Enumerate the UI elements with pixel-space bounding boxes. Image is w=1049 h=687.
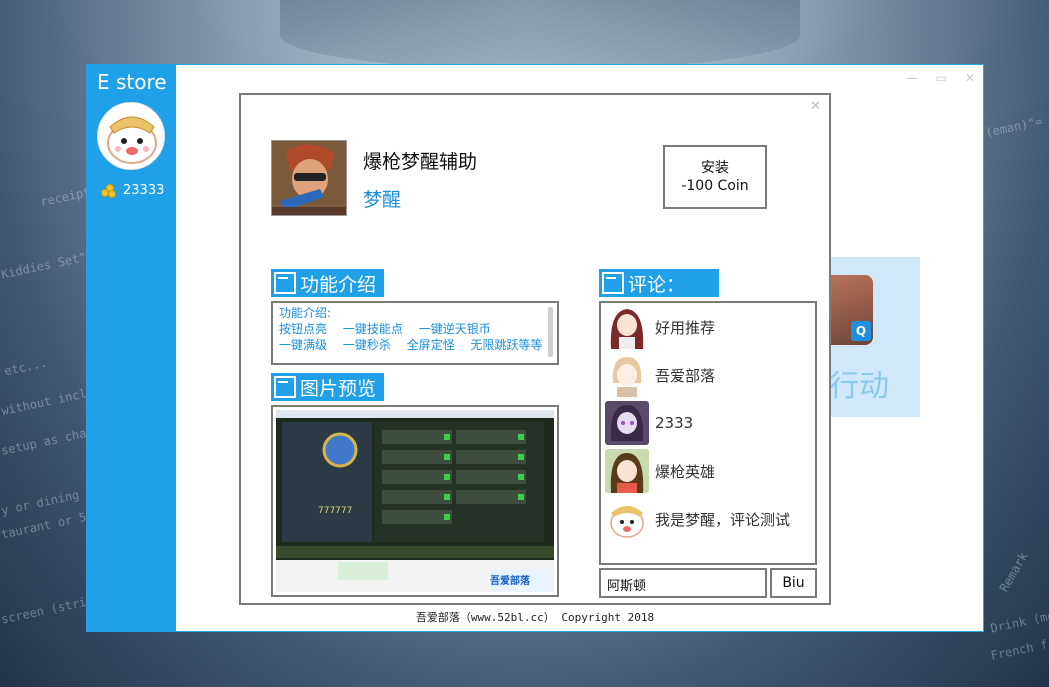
bg-code-text: French fries [989,631,1049,663]
screenshot-thumbnail: 777777 吾爱部落 [276,410,554,592]
comments-list: 好用推荐 吾爱部落 2333 爆枪英雄 我是梦醒，评论测试 [599,301,817,565]
close-icon[interactable]: ✕ [810,99,821,114]
coin-balance: 23333 [101,183,164,198]
avatar [605,353,649,397]
comment-item: 爆枪英雄 [605,449,715,493]
background-artwork [280,0,800,70]
bg-code-text: receipt [39,184,92,210]
preview-heading: 图片预览 [271,373,385,401]
feature-item: 一键满级 [279,338,328,352]
watermark-text: 吾爱部落 [490,576,530,587]
comments-heading-label: 评论： [628,273,686,296]
app-author-link[interactable]: 梦醒 [363,185,401,212]
background-app-card[interactable]: Q 行动 [829,257,920,417]
install-label: 安装 [701,160,729,176]
minimize-icon[interactable]: — [906,71,918,85]
preview-heading-label: 图片预览 [300,377,377,400]
avatar [605,449,649,493]
avatar [605,305,649,349]
close-icon[interactable]: ✕ [965,71,975,85]
coin-count: 23333 [123,183,165,198]
app-icon [271,140,347,216]
app-detail-dialog: ✕ 爆枪梦醒辅助 梦醒 安装 -100 Coin 功能介绍 功能介绍: 按钮点亮 [239,93,831,605]
comment-text: 吾爱部落 [655,366,716,385]
q-badge-icon: Q [851,321,871,341]
comment-text: 好用推荐 [655,318,716,337]
bg-code-text: etc... [3,355,49,379]
install-price: -100 Coin [681,178,749,194]
scrollbar[interactable] [548,307,553,357]
estore-window: E store 23333 — ▭ ✕ Q 行动 ✕ 爆枪梦醒辅助 梦醒 安装 … [86,64,984,632]
sidebar: E store 23333 [87,65,176,631]
feature-item: 全屏定怪 [406,338,455,352]
comment-input[interactable]: 阿斯顿 [599,568,767,598]
comment-text: 2333 [655,414,694,432]
comments-heading: 评论： [599,269,719,297]
install-button[interactable]: 安装 -100 Coin [663,145,767,209]
window-controls: — ▭ ✕ [906,71,975,85]
user-avatar[interactable] [97,102,165,170]
bg-code-text: Drink (mo [989,608,1049,636]
comment-text: 我是梦醒，评论测试 [655,510,791,529]
features-heading: 功能介绍 [271,269,385,297]
feature-item: 无限跳跃等等 [470,338,543,352]
comment-item: 好用推荐 [605,305,715,349]
send-comment-button[interactable]: Biu [770,568,817,598]
app-title: E store [97,70,167,94]
feature-item: 按钮点亮 [279,322,328,336]
coin-icon [101,183,117,198]
score-text: 777777 [318,506,353,516]
app-name: 爆枪梦醒辅助 [363,151,478,173]
footer-copyright: 吾爱部落（www.52bl.cc） Copyright 2018 [415,611,655,624]
avatar [605,497,649,541]
comment-item: 吾爱部落 [605,353,715,397]
comment-text: 爆枪英雄 [655,462,716,481]
features-row-2: 一键满级 一键秒杀 全屏定怪 无限跳跃等等 [279,337,551,353]
card-label: 行动 [829,369,889,404]
feature-item: 一键秒杀 [342,338,391,352]
bg-code-text: Remark [996,549,1031,595]
avatar [605,401,649,445]
comment-item: 我是梦醒，评论测试 [605,497,790,541]
maximize-icon[interactable]: ▭ [936,71,947,85]
features-intro: 功能介绍: [279,306,332,320]
section-icon [274,376,296,398]
preview-image[interactable]: 777777 吾爱部落 [271,405,559,597]
bg-code-text: (eman)"= [984,114,1044,140]
section-icon [602,272,624,294]
feature-item: 一键技能点 [342,322,403,336]
features-textbox[interactable]: 功能介绍: 按钮点亮 一键技能点 一键逆天银币 一键满级 一键秒杀 全屏定怪 无… [271,301,559,365]
comment-item: 2333 [605,401,693,445]
features-row-1: 按钮点亮 一键技能点 一键逆天银币 [279,321,551,337]
section-icon [274,272,296,294]
features-heading-label: 功能介绍 [300,273,377,296]
feature-item: 一键逆天银币 [418,322,491,336]
